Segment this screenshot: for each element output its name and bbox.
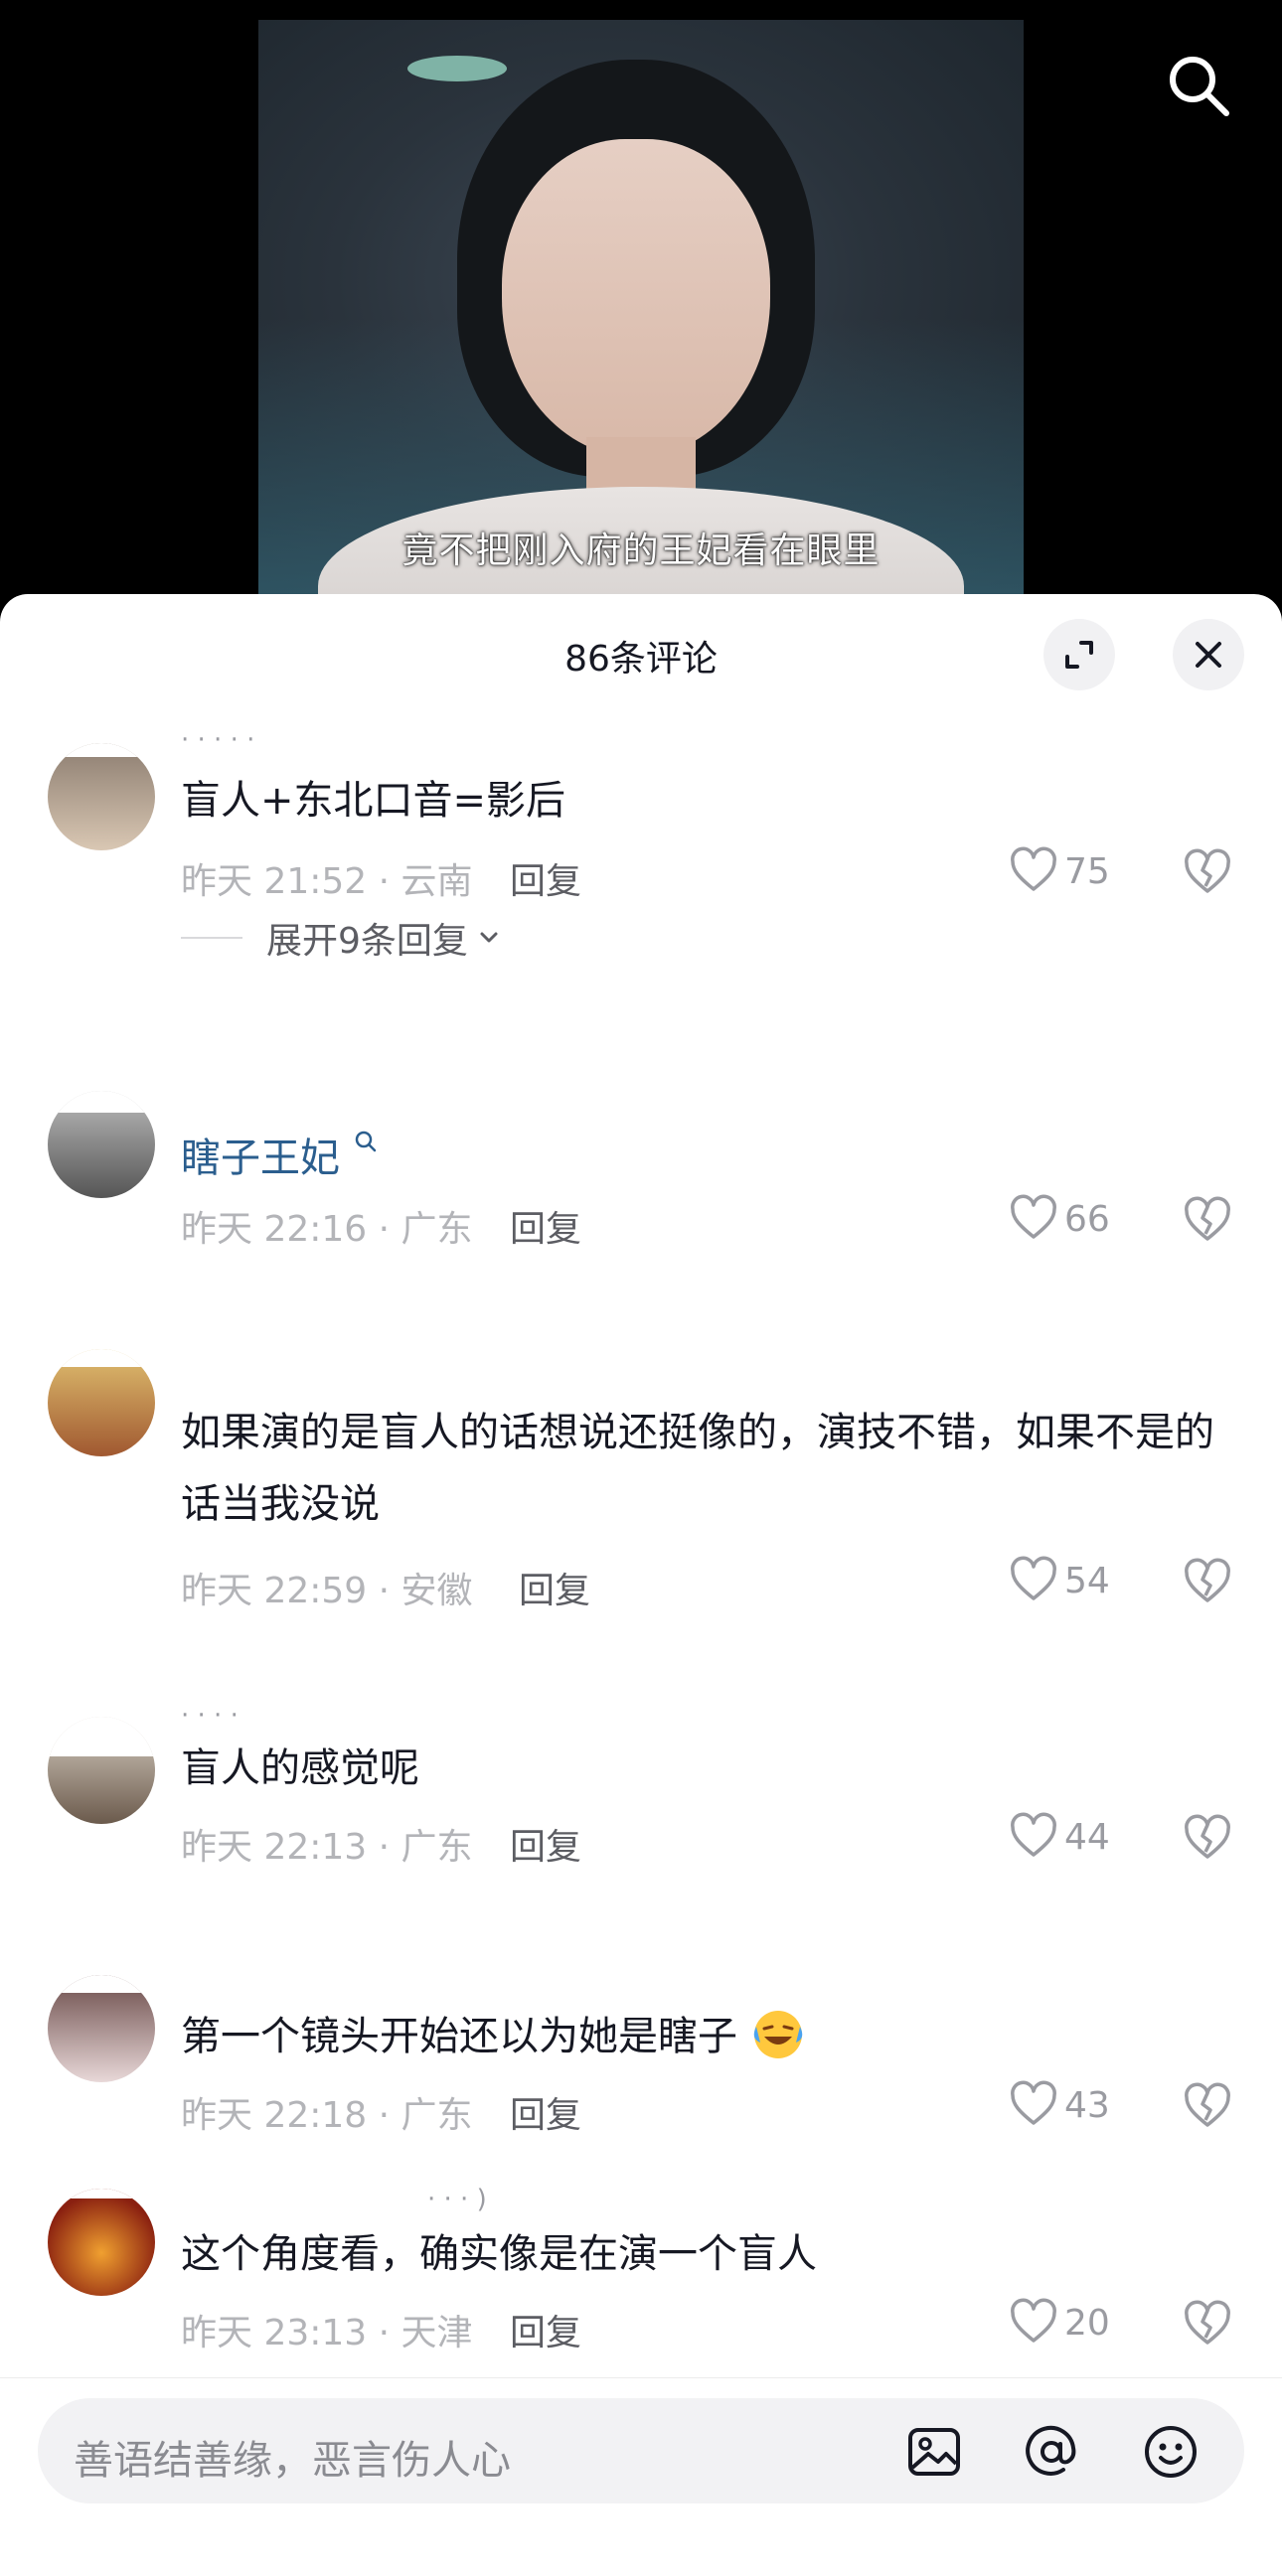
comment-meta: 昨天 22:16 · 广东 xyxy=(181,1209,473,1250)
dislike-button[interactable] xyxy=(1183,1558,1232,1611)
comment-text: 这个角度看，确实像是在演一个盲人 xyxy=(181,2231,817,2277)
divider xyxy=(181,937,242,939)
comment-item: · · · · · 盲人+东北口音=影后 昨天 21:52 · 云南 回复 75… xyxy=(0,725,1282,991)
like-button[interactable]: 75 xyxy=(1009,846,1110,896)
broken-heart-icon xyxy=(1185,2300,1230,2345)
comment-meta: 昨天 23:13 · 天津 xyxy=(181,2313,473,2353)
avatar[interactable] xyxy=(48,2189,155,2296)
image-button[interactable] xyxy=(906,2424,962,2480)
dislike-button[interactable] xyxy=(1183,1814,1232,1868)
heart-icon xyxy=(1011,1556,1056,1600)
comment-text-content: 第一个镜头开始还以为她是瞎子 xyxy=(181,2014,737,2059)
dislike-button[interactable] xyxy=(1183,1196,1232,1250)
broken-heart-icon xyxy=(1185,2082,1230,2127)
like-count: 44 xyxy=(1064,1816,1110,1858)
avatar[interactable] xyxy=(48,1717,155,1824)
comment-meta: 昨天 21:52 · 云南 xyxy=(181,861,473,902)
like-button[interactable]: 44 xyxy=(1009,1812,1110,1862)
reply-button[interactable]: 回复 xyxy=(510,852,581,904)
like-button[interactable]: 66 xyxy=(1009,1194,1110,1244)
like-count: 54 xyxy=(1064,1560,1110,1601)
comment-username-link[interactable]: 瞎子王妃 xyxy=(181,1123,1234,1194)
comment-meta: 昨天 22:13 · 广东 xyxy=(181,1827,473,1868)
like-button[interactable]: 43 xyxy=(1009,2080,1110,2130)
comment-item: · · · ) 这个角度看，确实像是在演一个盲人 昨天 23:13 · 天津 回… xyxy=(0,2185,1282,2387)
comment-meta: 昨天 22:18 · 广东 xyxy=(181,2095,473,2136)
comments-sheet: 86条评论 · · · · · 盲人+东北口音=影后 昨天 21:52 · 云南… xyxy=(0,594,1282,2576)
expand-icon xyxy=(1065,641,1093,669)
like-count: 20 xyxy=(1064,2302,1110,2344)
reply-button[interactable]: 回复 xyxy=(519,1562,590,1613)
emoji-icon xyxy=(1145,2426,1197,2478)
search-button[interactable] xyxy=(1163,50,1234,121)
like-count: 75 xyxy=(1064,850,1110,892)
video-figure-hairpin xyxy=(407,56,507,81)
video-figure-face xyxy=(502,139,770,457)
reply-button[interactable]: 回复 xyxy=(510,1818,581,1870)
heart-icon xyxy=(1011,846,1056,891)
sheet-header: 86条评论 xyxy=(0,594,1282,715)
chevron-down-icon xyxy=(480,932,498,943)
comment-input-placeholder: 善语结善缘，恶言伤人心 xyxy=(74,2438,511,2484)
comment-meta: 昨天 22:59 · 安徽 xyxy=(181,1571,473,1611)
heart-icon xyxy=(1011,2080,1056,2125)
avatar[interactable] xyxy=(48,1349,155,1456)
broken-heart-icon xyxy=(1185,1196,1230,1241)
expand-button[interactable] xyxy=(1043,619,1115,690)
comment-input[interactable]: 善语结善缘，恶言伤人心 xyxy=(38,2398,1244,2503)
expand-replies-button[interactable]: 展开9条回复 xyxy=(181,912,504,964)
avatar[interactable] xyxy=(48,1975,155,2082)
comment-text: 如果演的是盲人的话想说还挺像的，演技不错，如果不是的话当我没说 xyxy=(181,1410,1214,1527)
video-subtitle: 竟不把刚入府的王妃看在眼里 xyxy=(401,530,881,571)
broken-heart-icon xyxy=(1185,848,1230,893)
comment-item: · · · · 盲人的感觉呢 昨天 22:13 · 广东 回复 44 xyxy=(0,1701,1282,1905)
comment-item: 瞎子王妃 昨天 22:16 · 广东 回复 66 xyxy=(0,1081,1282,1280)
heart-icon xyxy=(1011,1812,1056,1857)
reply-button[interactable]: 回复 xyxy=(510,2086,581,2138)
reply-button[interactable]: 回复 xyxy=(510,2304,581,2355)
heart-icon xyxy=(1011,1194,1056,1239)
video-frame[interactable]: 竟不把刚入府的王妃看在眼里 xyxy=(258,20,1024,596)
avatar[interactable] xyxy=(48,743,155,850)
dislike-button[interactable] xyxy=(1183,848,1232,902)
emoji-button[interactable] xyxy=(1143,2424,1199,2480)
like-count: 66 xyxy=(1064,1198,1110,1240)
like-count: 43 xyxy=(1064,2084,1110,2126)
username-fragment[interactable]: · · · ) xyxy=(427,2185,487,2214)
comment-input-bar: 善语结善缘，恶言伤人心 xyxy=(0,2377,1282,2576)
search-small-icon xyxy=(355,1131,376,1152)
close-icon xyxy=(1196,642,1221,668)
laughing-crying-emoji-icon xyxy=(753,2011,802,2058)
like-button[interactable]: 20 xyxy=(1009,2298,1110,2348)
reply-button[interactable]: 回复 xyxy=(510,1200,581,1252)
image-icon xyxy=(908,2428,960,2476)
dislike-button[interactable] xyxy=(1183,2082,1232,2136)
expand-replies-label: 展开9条回复 xyxy=(266,921,468,962)
video-player[interactable]: 竟不把刚入府的王妃看在眼里 xyxy=(0,0,1282,636)
mention-button[interactable] xyxy=(1024,2424,1079,2480)
comment-item: 如果演的是盲人的话想说还挺像的，演技不错，如果不是的话当我没说 昨天 22:59… xyxy=(0,1349,1282,1627)
comment-text: 第一个镜头开始还以为她是瞎子 xyxy=(181,2001,1234,2072)
search-icon xyxy=(1170,57,1229,116)
at-icon xyxy=(1026,2425,1076,2476)
comment-item: 第一个镜头开始还以为她是瞎子 昨天 22:18 · 广东 回复 43 xyxy=(0,1975,1282,2174)
broken-heart-icon xyxy=(1185,1558,1230,1602)
username-fragment[interactable]: · · · · xyxy=(181,1701,239,1731)
close-button[interactable] xyxy=(1173,619,1244,690)
heart-icon xyxy=(1011,2298,1056,2343)
broken-heart-icon xyxy=(1185,1814,1230,1859)
username-fragment[interactable]: · · · · · xyxy=(181,725,254,755)
username-mention[interactable]: 瞎子王妃 xyxy=(181,1136,340,1181)
like-button[interactable]: 54 xyxy=(1009,1556,1110,1605)
comment-text: 盲人+东北口音=影后 xyxy=(181,778,566,824)
dislike-button[interactable] xyxy=(1183,2300,1232,2353)
comment-text: 盲人的感觉呢 xyxy=(181,1745,419,1791)
avatar[interactable] xyxy=(48,1091,155,1198)
